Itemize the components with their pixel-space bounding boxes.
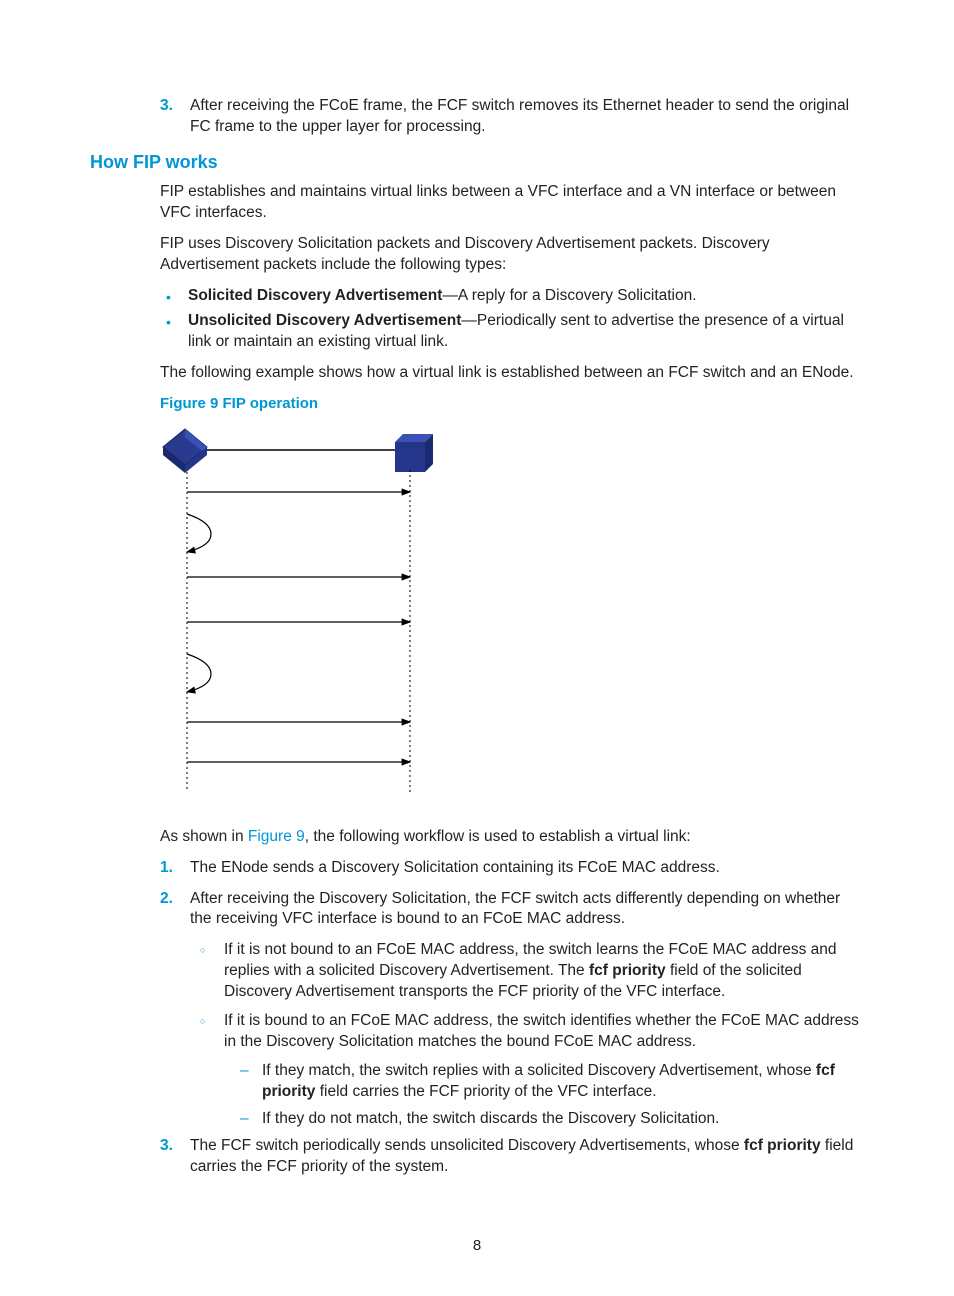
dash-list-item: – If they do not match, the switch disca… xyxy=(240,1109,864,1130)
step-text: After receiving the Discovery Solicitati… xyxy=(190,889,864,931)
step-text: The ENode sends a Discovery Solicitation… xyxy=(190,858,864,879)
text: As shown in xyxy=(160,828,248,845)
ordered-step-3-top: 3. After receiving the FCoE frame, the F… xyxy=(90,96,864,138)
bullet-bold: Solicited Discovery Advertisement xyxy=(188,287,442,304)
sub-text: If it is not bound to an FCoE MAC addres… xyxy=(224,940,864,1003)
paragraph: FIP uses Discovery Solicitation packets … xyxy=(160,234,864,276)
step-number: 2. xyxy=(160,889,190,931)
ordered-step-2: 2. After receiving the Discovery Solicit… xyxy=(90,889,864,931)
bullet-list: Solicited Discovery Advertisement—A repl… xyxy=(160,286,864,353)
step-number: 3. xyxy=(160,96,190,138)
text: If they match, the switch replies with a… xyxy=(262,1062,816,1079)
circle-bullet-icon: ○ xyxy=(200,940,224,1003)
step-text: The FCF switch periodically sends unsoli… xyxy=(190,1136,864,1178)
page-number: 8 xyxy=(0,1236,954,1256)
list-item: Unsolicited Discovery Advertisement—Peri… xyxy=(160,311,864,353)
paragraph: The following example shows how a virtua… xyxy=(160,363,864,384)
step-number: 3. xyxy=(160,1136,190,1178)
bold-text: fcf priority xyxy=(589,962,666,979)
sub-list-item: ○ If it is not bound to an FCoE MAC addr… xyxy=(200,940,864,1003)
fip-diagram xyxy=(160,422,864,809)
dash-text: If they match, the switch replies with a… xyxy=(262,1061,864,1103)
step-text: After receiving the FCoE frame, the FCF … xyxy=(190,96,864,138)
dash-list-item: – If they match, the switch replies with… xyxy=(240,1061,864,1103)
dash-bullet-icon: – xyxy=(240,1061,262,1103)
dash-text: If they do not match, the switch discard… xyxy=(262,1109,864,1130)
bullet-text: —A reply for a Discovery Solicitation. xyxy=(442,287,696,304)
text: , the following workflow is used to esta… xyxy=(305,828,691,845)
figure-caption: Figure 9 FIP operation xyxy=(160,394,864,414)
bold-text: fcf priority xyxy=(744,1137,821,1154)
text: The FCF switch periodically sends unsoli… xyxy=(190,1137,744,1154)
dash-bullet-icon: – xyxy=(240,1109,262,1130)
step-number: 1. xyxy=(160,858,190,879)
text: field carries the FCF priority of the VF… xyxy=(315,1083,656,1100)
circle-bullet-icon: ○ xyxy=(200,1011,224,1053)
ordered-step-3: 3. The FCF switch periodically sends uns… xyxy=(90,1136,864,1178)
bullet-bold: Unsolicited Discovery Advertisement xyxy=(188,312,461,329)
paragraph: FIP establishes and maintains virtual li… xyxy=(160,182,864,224)
section-heading: How FIP works xyxy=(90,150,864,174)
paragraph: As shown in Figure 9, the following work… xyxy=(160,827,864,848)
sub-list-item: ○ If it is bound to an FCoE MAC address,… xyxy=(200,1011,864,1053)
figure-link[interactable]: Figure 9 xyxy=(248,828,305,845)
sub-list: ○ If it is not bound to an FCoE MAC addr… xyxy=(200,940,864,1053)
sub-text: If it is bound to an FCoE MAC address, t… xyxy=(224,1011,864,1053)
dash-list: – If they match, the switch replies with… xyxy=(240,1061,864,1130)
ordered-step-1: 1. The ENode sends a Discovery Solicitat… xyxy=(90,858,864,879)
list-item: Solicited Discovery Advertisement—A repl… xyxy=(160,286,864,307)
